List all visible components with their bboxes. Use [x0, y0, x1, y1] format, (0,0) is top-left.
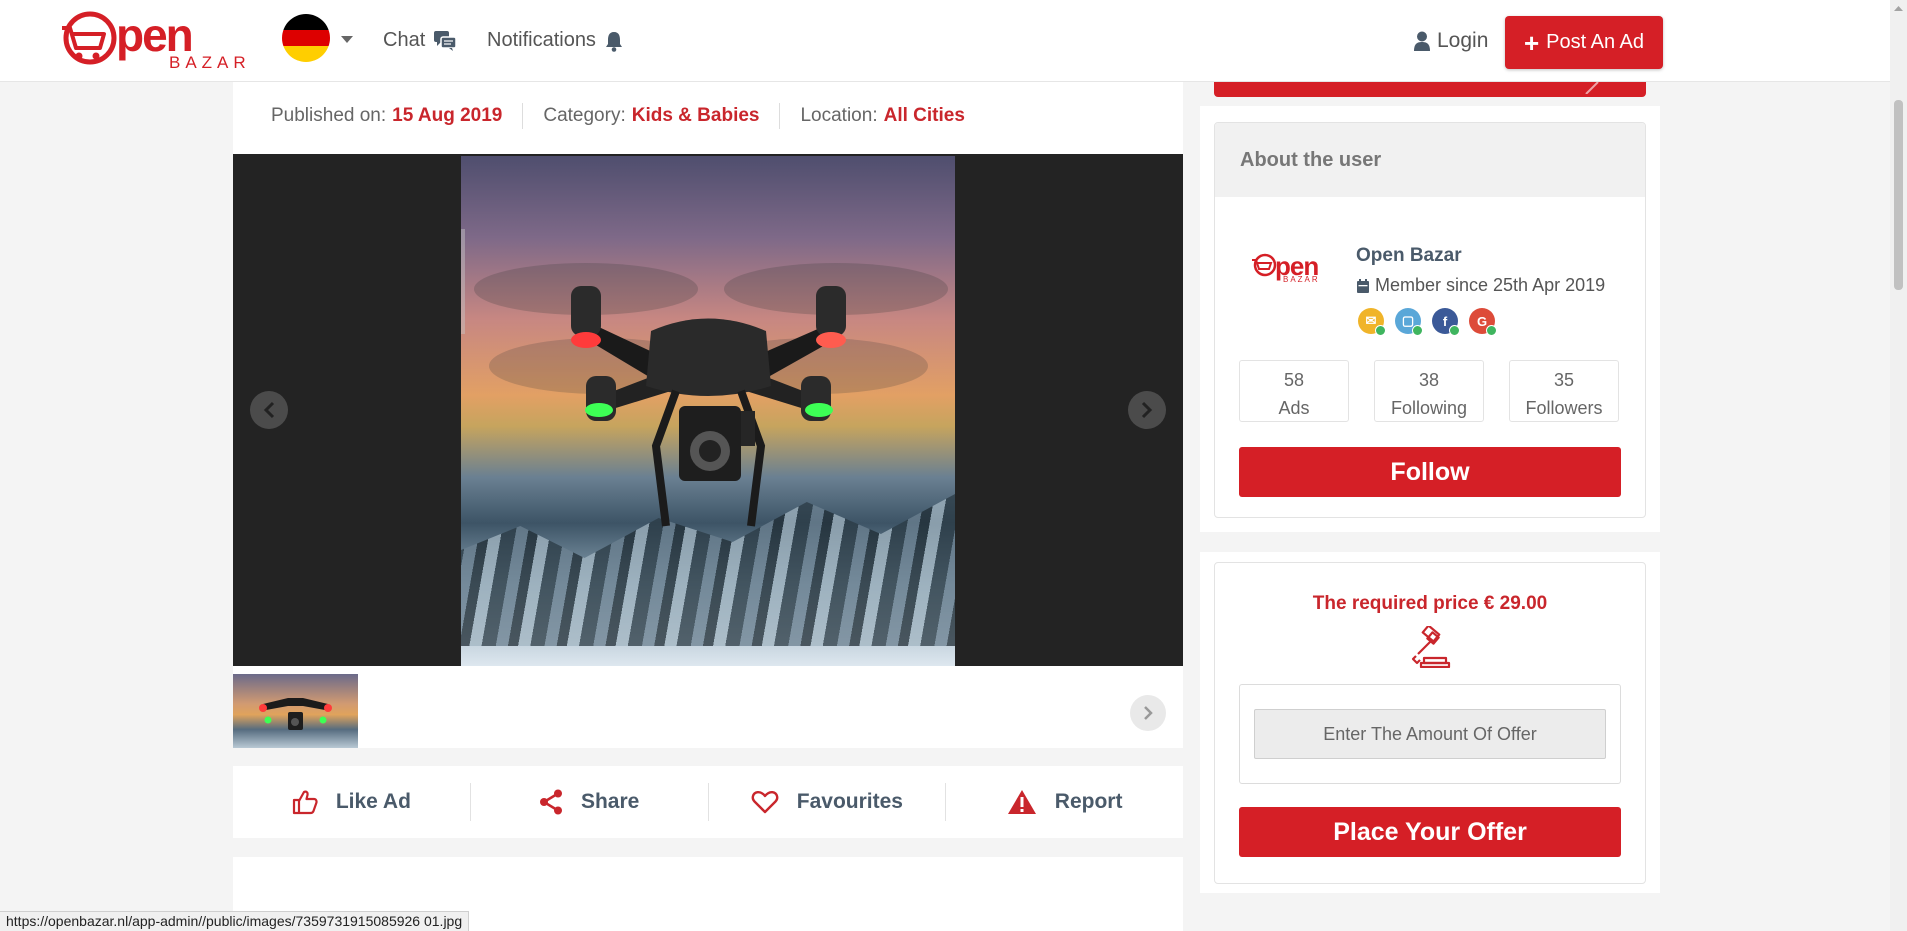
slide-edge — [461, 229, 465, 334]
post-ad-label: Post An Ad — [1546, 31, 1645, 53]
published-value: 15 Aug 2019 — [392, 105, 503, 126]
user-name[interactable]: Open Bazar — [1356, 245, 1462, 267]
ad-action-bar: Like Ad Share Favourites Report — [233, 766, 1183, 838]
stat-followers[interactable]: 35 Followers — [1509, 360, 1619, 422]
stat-following-label: Following — [1390, 398, 1468, 418]
thumbnail-next-button[interactable] — [1130, 695, 1166, 731]
about-user-card: About the user pen BAZAR Open Bazar Memb… — [1214, 122, 1646, 518]
product-photo-drone[interactable] — [461, 156, 955, 666]
stat-followers-label: Followers — [1525, 398, 1603, 418]
pencil-icon — [1585, 82, 1599, 94]
warning-icon — [1007, 790, 1036, 814]
post-ad-button[interactable]: + Post An Ad — [1505, 16, 1663, 69]
category-label: Category: — [543, 105, 626, 126]
thumbnail-image[interactable] — [233, 674, 358, 748]
share-button[interactable]: Share — [471, 782, 708, 822]
location-link[interactable]: All Cities — [884, 105, 965, 127]
stat-following[interactable]: 38 Following — [1374, 360, 1484, 422]
language-dropdown-caret-icon[interactable] — [341, 36, 353, 43]
like-ad-label: Like Ad — [335, 790, 411, 813]
nav-notifications[interactable]: Notifications — [487, 29, 624, 52]
follow-button[interactable]: Follow — [1239, 447, 1621, 497]
germany-flag-icon[interactable] — [282, 14, 330, 62]
offer-amount-input[interactable] — [1254, 709, 1606, 759]
location-label: Location: — [800, 105, 878, 126]
status-bar-url: https://openbazar.nl/app-admin//public/i… — [0, 911, 470, 931]
stat-ads-value: 58 — [1283, 370, 1305, 390]
meta-divider — [779, 103, 781, 129]
favourites-label: Favourites — [796, 790, 903, 813]
facebook-verified-icon: f — [1432, 308, 1460, 336]
google-verified-icon: G — [1469, 308, 1497, 336]
nav-chat[interactable]: Chat — [383, 29, 457, 52]
offer-input-box — [1239, 684, 1621, 784]
chevron-right-icon — [1144, 706, 1153, 720]
meta-divider — [522, 103, 524, 129]
gavel-icon — [1411, 626, 1451, 668]
contact-button-partial[interactable] — [1214, 82, 1646, 97]
chevron-right-icon — [1141, 401, 1153, 419]
chat-icon — [434, 30, 457, 51]
drone-image — [474, 263, 948, 527]
image-gallery — [233, 154, 1183, 666]
logo-subtext: BAZAR — [169, 53, 251, 72]
logo-text: pen — [116, 9, 194, 61]
member-since-text: Member since 25th Apr 2019 — [1375, 275, 1606, 295]
stat-ads-label: Ads — [1278, 398, 1310, 418]
report-label: Report — [1054, 790, 1123, 813]
top-navbar: pen BAZAR Chat Notifications Login + Pos… — [0, 0, 1890, 82]
scrollbar-thumb[interactable] — [1894, 100, 1903, 290]
thumbnail-strip — [233, 666, 1183, 748]
stat-ads[interactable]: 58 Ads — [1239, 360, 1349, 422]
offer-card: The required price € 29.00 Place Your Of… — [1214, 562, 1646, 884]
listing-meta-card: Published on: 15 Aug 2019 Category: Kids… — [233, 82, 1183, 154]
user-logo-subtext: BAZAR — [1283, 275, 1320, 284]
nav-chat-label: Chat — [383, 29, 426, 51]
required-price: The required price € 29.00 — [1312, 593, 1548, 614]
published-label: Published on: — [271, 105, 387, 126]
stat-followers-value: 35 — [1553, 370, 1575, 390]
phone-verified-icon: ▢ — [1395, 308, 1423, 336]
calendar-icon — [1357, 278, 1369, 293]
gallery-next-button[interactable] — [1128, 391, 1166, 429]
heart-icon — [751, 790, 779, 814]
about-user-panel: About the user pen BAZAR Open Bazar Memb… — [1200, 106, 1660, 532]
email-verified-icon: ✉ — [1358, 308, 1386, 336]
share-label: Share — [580, 790, 640, 813]
place-offer-button[interactable]: Place Your Offer — [1239, 807, 1621, 857]
thumbs-up-icon — [292, 790, 318, 815]
favourites-button[interactable]: Favourites — [709, 782, 946, 822]
gallery-prev-button[interactable] — [250, 391, 288, 429]
member-since: Member since 25th Apr 2019 — [1356, 275, 1605, 296]
page-scrollbar[interactable] — [1890, 0, 1907, 931]
nav-notifications-label: Notifications — [487, 29, 596, 51]
about-user-title: About the user — [1215, 123, 1645, 197]
site-logo[interactable]: pen BAZAR — [56, 8, 246, 72]
scroll-up-icon — [1894, 6, 1903, 11]
like-ad-button[interactable]: Like Ad — [233, 782, 470, 822]
login-link[interactable]: Login — [1413, 29, 1488, 53]
category: Category: Kids & Babies — [543, 105, 759, 127]
category-link[interactable]: Kids & Babies — [632, 105, 760, 127]
user-icon — [1414, 31, 1430, 51]
plus-icon: + — [1523, 27, 1540, 58]
thumbnail-drone — [259, 698, 332, 730]
published-date: Published on: 15 Aug 2019 — [271, 105, 502, 127]
report-button[interactable]: Report — [946, 782, 1183, 822]
location: Location: All Cities — [800, 105, 964, 127]
verification-badges: ✉ ▢ f G — [1358, 308, 1497, 336]
chevron-left-icon — [263, 401, 275, 419]
offer-panel: The required price € 29.00 Place Your Of… — [1200, 552, 1660, 893]
login-label: Login — [1437, 29, 1489, 52]
stat-following-value: 38 — [1418, 370, 1440, 390]
bell-icon — [605, 31, 622, 52]
user-stats: 58 Ads 38 Following 35 Followers — [1239, 360, 1619, 422]
share-icon — [539, 789, 562, 815]
